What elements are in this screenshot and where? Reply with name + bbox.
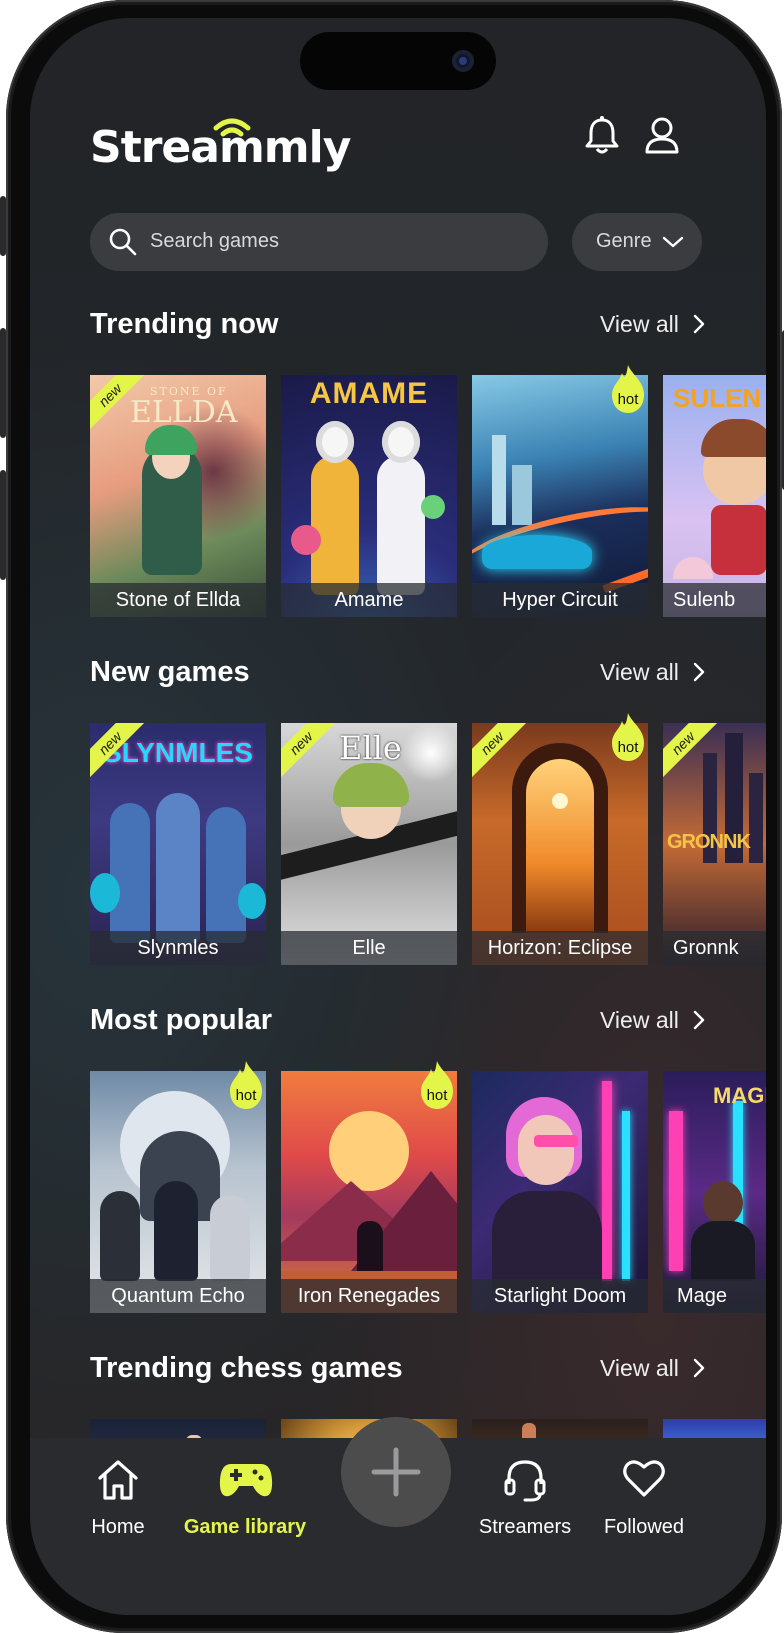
app-screen: Streammly Search games Genre Trending no… — [30, 18, 766, 1615]
headset-icon — [504, 1460, 546, 1502]
game-title: Slynmles — [90, 931, 266, 965]
nav-label: Followed — [603, 1516, 685, 1538]
game-card[interactable]: GRONNK new Gronnk — [663, 723, 766, 965]
add-button[interactable] — [341, 1417, 451, 1527]
game-title: Hyper Circuit — [472, 583, 648, 617]
chevron-right-icon — [693, 1358, 705, 1378]
view-all-new-games[interactable]: View all — [600, 659, 705, 686]
heart-icon — [623, 1460, 665, 1497]
hot-badge: hot — [426, 1087, 448, 1104]
dynamic-island — [300, 32, 496, 90]
genre-label: Genre — [596, 230, 652, 252]
cover-text: ELLDA — [130, 395, 238, 430]
game-title: Amame — [281, 583, 457, 617]
volume-down-button — [0, 470, 6, 580]
nav-label: Home — [91, 1516, 145, 1538]
game-card[interactable]: SLYNMLES new Slynmles — [90, 723, 266, 965]
hot-badge: hot — [235, 1087, 257, 1104]
view-all-label: View all — [600, 311, 679, 337]
game-title: Elle — [281, 931, 457, 965]
game-title: Iron Renegades — [281, 1279, 457, 1313]
game-card[interactable]: hot Quantum Echo — [90, 1061, 266, 1313]
section-title-new-games: New games — [90, 656, 250, 688]
action-button — [0, 196, 6, 256]
plus-icon — [371, 1447, 421, 1497]
hot-badge: hot — [617, 391, 639, 408]
game-title: Sulenb — [663, 583, 766, 617]
game-card[interactable]: Elle new Elle — [281, 723, 457, 965]
chevron-right-icon — [693, 662, 705, 682]
game-title: Horizon: Eclipse — [472, 931, 648, 965]
view-all-trending[interactable]: View all — [600, 311, 705, 338]
cover-text: GRONNK — [667, 831, 751, 853]
cover-text: AMAME — [309, 377, 429, 410]
game-title: Mage — [663, 1279, 766, 1313]
search-placeholder: Search games — [150, 230, 279, 252]
game-card[interactable]: MAGE Mage — [663, 1071, 766, 1313]
game-card[interactable]: AMAME Amame — [281, 375, 457, 617]
chevron-right-icon — [693, 1010, 705, 1030]
view-all-label: View all — [600, 1007, 679, 1033]
view-all-chess[interactable]: View all — [600, 1355, 705, 1382]
game-card[interactable]: Starlight Doom — [472, 1071, 648, 1313]
game-title: Gronnk — [663, 931, 766, 965]
section-title-trending: Trending now — [90, 308, 279, 340]
view-all-label: View all — [600, 1355, 679, 1381]
view-all-label: View all — [600, 659, 679, 685]
home-icon — [98, 1460, 138, 1500]
new-badge: new — [472, 723, 535, 786]
camera — [452, 50, 474, 72]
game-title: Stone of Ellda — [90, 583, 266, 617]
game-card[interactable]: hot new Horizon: Eclipse — [472, 713, 648, 965]
nav-label: Game library — [183, 1516, 307, 1538]
cover-text: MAGE — [713, 1083, 766, 1108]
volume-up-button — [0, 328, 6, 438]
game-card[interactable]: STONE OF ELLDA new Stone of Ellda — [90, 375, 266, 617]
chevron-down-icon — [662, 236, 684, 248]
game-title: Starlight Doom — [472, 1279, 648, 1313]
view-all-most-popular[interactable]: View all — [600, 1007, 705, 1034]
wifi-logo-icon — [213, 118, 251, 137]
bottom-navigation: Home Game library Streamers Followed — [30, 1417, 766, 1615]
search-icon — [109, 228, 137, 256]
nav-label: Streamers — [478, 1516, 572, 1538]
bell-icon[interactable] — [580, 114, 624, 158]
section-title-most-popular: Most popular — [90, 1004, 273, 1036]
game-title: Quantum Echo — [90, 1279, 266, 1313]
gamepad-icon — [219, 1464, 273, 1497]
game-card[interactable]: SULEN Sulenb — [663, 375, 766, 617]
cover-text: SULEN — [673, 383, 762, 413]
phone-frame: Streammly Search games Genre Trending no… — [0, 0, 784, 1633]
new-badge: new — [281, 723, 344, 786]
search-input[interactable]: Search games — [90, 213, 548, 271]
user-icon[interactable] — [640, 114, 684, 158]
section-title-chess: Trending chess games — [90, 1352, 403, 1384]
genre-dropdown[interactable]: Genre — [572, 213, 702, 271]
cover-text: Elle — [339, 729, 402, 767]
game-card[interactable]: hot Hyper Circuit — [472, 365, 648, 617]
game-card[interactable]: hot Iron Renegades — [281, 1061, 457, 1313]
chevron-right-icon — [693, 314, 705, 334]
